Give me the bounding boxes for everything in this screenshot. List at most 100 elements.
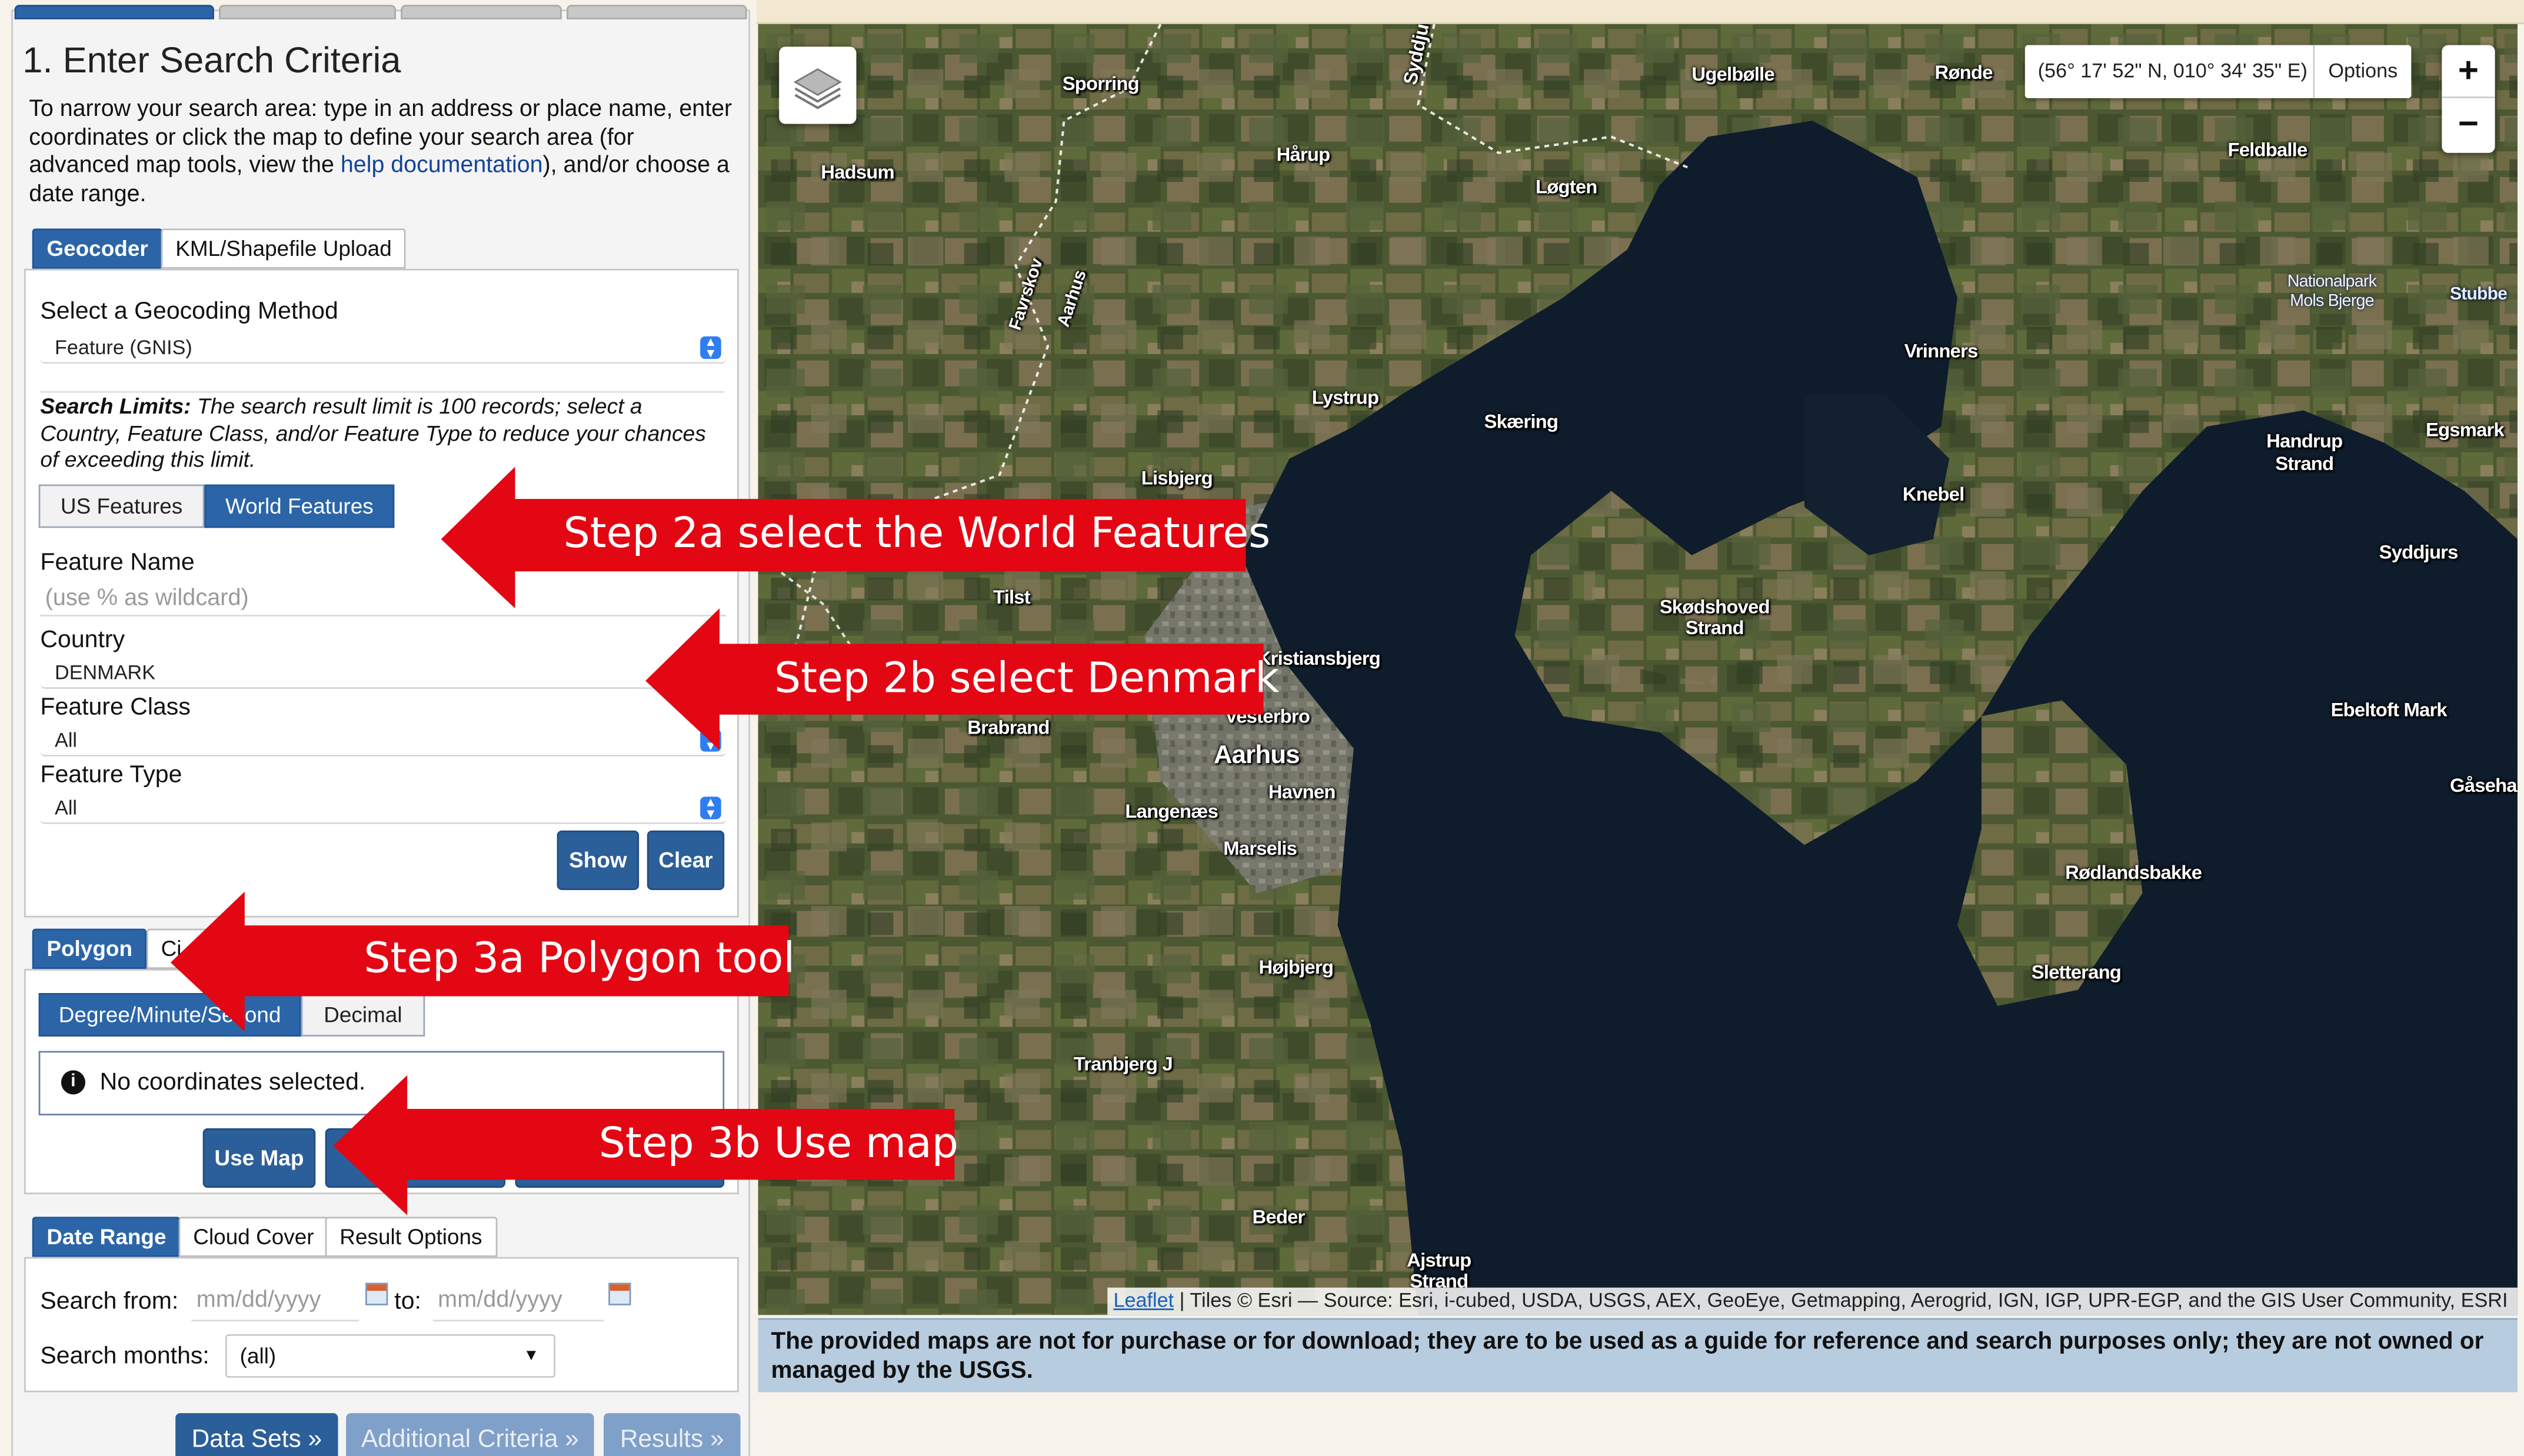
place-label: Sletterang [2031, 961, 2122, 984]
place-label: Rønde [1934, 61, 1993, 84]
us-features-button[interactable]: US Features [38, 484, 205, 528]
country-value: DENMARK [55, 661, 156, 684]
geocoding-method-label: Select a Geocoding Method [40, 298, 338, 325]
place-label: Marselis [1223, 837, 1297, 859]
place-label: Stubbe [2450, 285, 2508, 305]
earthexplorer-page: 1. Enter Search Criteria To narrow your … [0, 0, 2524, 1456]
place-label: Tranbjerg J [1073, 1052, 1173, 1075]
place-label: Feldballe [2227, 138, 2307, 161]
search-criteria-panel: 1. Enter Search Criteria To narrow your … [11, 5, 750, 1456]
search-months-value: (all) [239, 1344, 277, 1368]
annotation-text: Step 2b select Denmark [774, 655, 1280, 704]
place-label: Løgten [1536, 175, 1597, 198]
geocoding-method-select[interactable]: Feature (GNIS) ▲ ▼ [40, 333, 726, 364]
feature-class-label: Feature Class [40, 694, 191, 721]
tab-geocoder[interactable]: Geocoder [32, 228, 163, 269]
place-label: Gåseha [2450, 774, 2518, 797]
page-title: 1. Enter Search Criteria [22, 40, 401, 81]
info-icon: i [61, 1070, 86, 1095]
no-coordinates-text: No coordinates selected. [99, 1068, 366, 1097]
annotation-text: Step 2a select the World Features [563, 510, 1271, 559]
date-range-box: Search from: mm/dd/yyyy to: mm/dd/yyyy S… [24, 1257, 739, 1392]
search-from-label: Search from: [40, 1287, 179, 1315]
search-limits-note: Search Limits: The search result limit i… [40, 394, 724, 474]
divider [40, 391, 725, 393]
calendar-icon[interactable] [365, 1282, 388, 1305]
show-button[interactable]: Show [557, 830, 640, 890]
place-label: Lystrup [1311, 386, 1379, 409]
zoom-out-button[interactable]: − [2442, 98, 2495, 151]
place-label: Knebel [1902, 482, 1964, 506]
search-months-label: Search months: [40, 1342, 209, 1370]
place-label: Skæring [1484, 410, 1559, 433]
place-label: Nationalpark Mols Bjerge [2287, 272, 2377, 311]
place-label: Ajstrup Strand [1407, 1249, 1471, 1292]
date-from-input[interactable]: mm/dd/yyyy [191, 1282, 359, 1322]
dropdown-arrow-icon: ▼ [523, 1347, 540, 1365]
calendar-icon[interactable] [608, 1282, 631, 1305]
feature-type-value: All [55, 797, 78, 819]
feature-type-label: Feature Type [40, 761, 182, 789]
search-limits-heading: Search Limits: [40, 394, 191, 419]
place-label: Hadsum [821, 161, 894, 184]
select-arrows-icon: ▲▼ [700, 335, 721, 359]
coordinate-readout: (56° 17' 52" N, 010° 34' 35" E) Options [2024, 45, 2412, 98]
place-label: Syddjurs [2379, 541, 2459, 564]
clear-button[interactable]: Clear [647, 830, 725, 890]
map-disclaimer: The provided maps are not for purchase o… [758, 1318, 2518, 1392]
top-tab-data-sets[interactable] [219, 5, 397, 19]
map-attribution: Leaflet | Tiles © Esri — Source: Esri, i… [1107, 1287, 2518, 1315]
options-button[interactable]: Options [2313, 45, 2411, 98]
place-label: Vrinners [1904, 339, 1979, 362]
top-tab-additional-criteria[interactable] [401, 5, 562, 19]
country-label: Country [40, 626, 125, 654]
place-label: Langenæs [1125, 799, 1218, 823]
tab-cloud-cover[interactable]: Cloud Cover [178, 1217, 329, 1257]
top-tab-results[interactable] [567, 5, 747, 19]
place-label: Ebeltoft Mark [2330, 698, 2448, 721]
annotation-step-2a: Step 2a select the World Features [441, 467, 1270, 611]
to-label: to: [394, 1287, 421, 1315]
world-features-button[interactable]: World Features [204, 484, 395, 528]
results-button[interactable]: Results » [603, 1413, 741, 1456]
country-select[interactable]: DENMARK [40, 658, 726, 689]
feature-class-select[interactable]: All ▲▼ [40, 725, 726, 757]
screenshot-root: 1. Enter Search Criteria To narrow your … [0, 0, 2524, 1456]
search-criteria-summary-bar [756, 0, 2524, 25]
feature-name-label: Feature Name [40, 548, 195, 577]
help-documentation-link[interactable]: help documentation [341, 153, 543, 179]
annotation-step-2b: Step 2b select Denmark [645, 608, 1279, 753]
top-tab-search-criteria[interactable] [14, 5, 214, 19]
zoom-control: + − [2442, 45, 2495, 153]
additional-criteria-button[interactable]: Additional Criteria » [346, 1413, 594, 1456]
intro-text: To narrow your search area: type in an a… [29, 96, 737, 209]
data-sets-button[interactable]: Data Sets » [175, 1413, 338, 1456]
geocoding-method-value: Feature (GNIS) [55, 336, 192, 359]
place-label: Rødlandsbakke [2065, 861, 2202, 884]
search-months-select[interactable]: (all) ▼ [225, 1334, 555, 1378]
place-label: Havnen [1268, 780, 1336, 804]
place-label: Skødshoved Strand [1659, 595, 1770, 639]
tab-result-options[interactable]: Result Options [325, 1217, 497, 1257]
layers-button[interactable] [779, 46, 857, 124]
date-to-input[interactable]: mm/dd/yyyy [432, 1282, 604, 1322]
place-label: Beder [1252, 1205, 1306, 1228]
place-label: Ugelbølle [1691, 62, 1774, 86]
tab-kml-shapefile-upload[interactable]: KML/Shapefile Upload [161, 228, 407, 269]
tab-polygon[interactable]: Polygon [32, 928, 147, 969]
place-label: Handrup Strand [2266, 429, 2343, 475]
annotation-text: Step 3a Polygon tool [364, 935, 795, 984]
attribution-text: | Tiles © Esri — Source: Esri, i-cubed, … [1174, 1289, 2508, 1312]
place-label: Sporring [1062, 72, 1140, 95]
layers-icon [793, 68, 842, 109]
zoom-in-button[interactable]: + [2442, 45, 2495, 98]
tab-date-range[interactable]: Date Range [32, 1217, 181, 1257]
annotation-step-3a: Step 3a Polygon tool [171, 891, 795, 1034]
feature-class-value: All [55, 729, 78, 752]
leaflet-link[interactable]: Leaflet [1113, 1289, 1174, 1311]
use-map-button[interactable]: Use Map [202, 1128, 316, 1188]
place-label: Egsmark [2426, 418, 2505, 441]
annotation-step-3b: Step 3b Use map [333, 1075, 958, 1217]
select-arrows-icon: ▲▼ [700, 796, 721, 820]
feature-type-select[interactable]: All ▲ ▼ [40, 793, 726, 824]
